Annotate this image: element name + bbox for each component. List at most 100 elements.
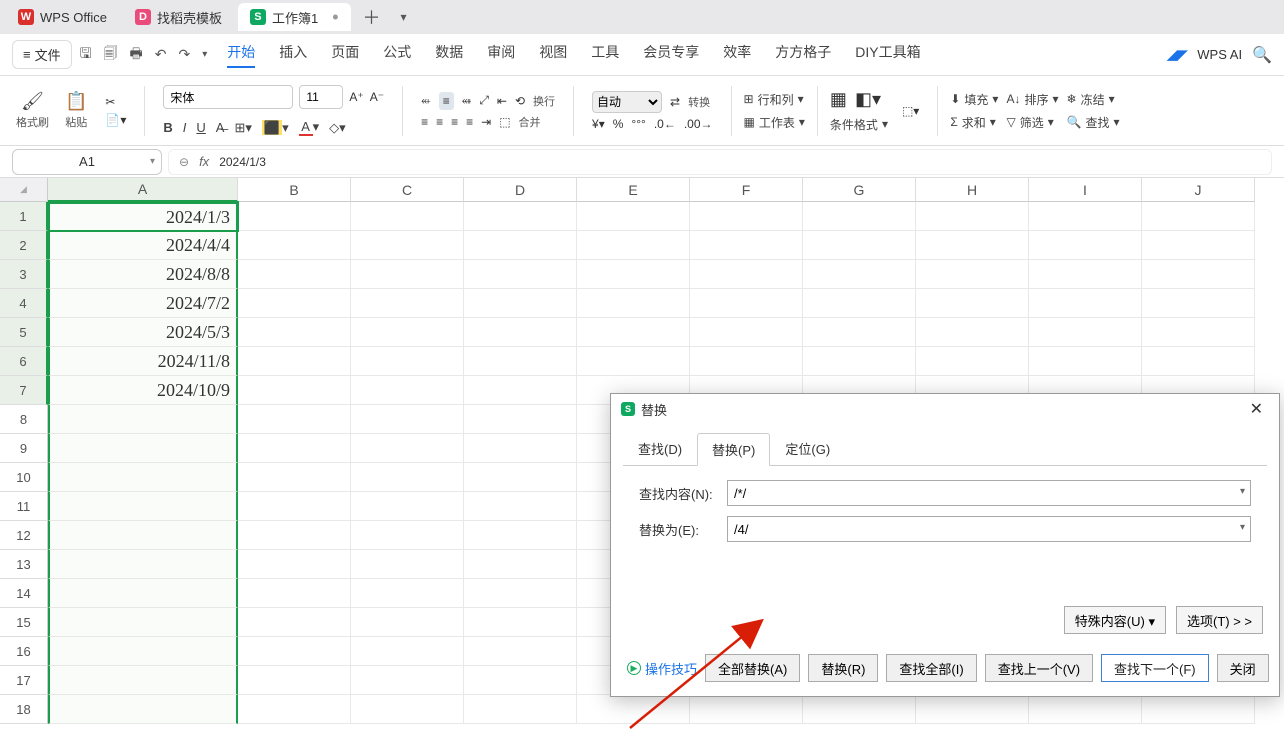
column-header[interactable]: G (803, 178, 916, 202)
cell[interactable] (351, 231, 464, 260)
replace-button[interactable]: 替换(R) (808, 654, 878, 682)
align-justify-icon[interactable]: ≡ (466, 115, 473, 129)
file-menu-button[interactable]: ≡ 文件 (12, 40, 72, 69)
cell[interactable] (577, 289, 690, 318)
cell[interactable] (1029, 231, 1142, 260)
cell[interactable]: 2024/5/3 (48, 318, 238, 347)
cell-reference-box[interactable]: A1 ▾ (12, 149, 162, 175)
paste-group[interactable]: 📋 粘贴 (61, 91, 91, 130)
tab-review[interactable]: 审阅 (487, 42, 515, 68)
cell[interactable] (690, 260, 803, 289)
cell[interactable] (1029, 289, 1142, 318)
comma-icon[interactable]: °°° (631, 117, 645, 131)
tab-insert[interactable]: 插入 (279, 42, 307, 68)
column-header[interactable]: C (351, 178, 464, 202)
cell[interactable] (464, 405, 577, 434)
cell[interactable]: 2024/8/8 (48, 260, 238, 289)
cut-icon[interactable]: ✂ (105, 95, 126, 109)
cell[interactable] (464, 463, 577, 492)
print-icon[interactable]: 🖶 (130, 43, 143, 67)
chevron-down-icon[interactable]: ▾ (1240, 486, 1245, 497)
column-header[interactable]: B (238, 178, 351, 202)
tab-efficiency[interactable]: 效率 (723, 42, 751, 68)
search-icon[interactable]: 🔍 (1252, 45, 1272, 65)
cell[interactable] (464, 666, 577, 695)
find-prev-button[interactable]: 查找上一个(V) (985, 654, 1093, 682)
cell[interactable] (351, 405, 464, 434)
cell[interactable] (577, 347, 690, 376)
cell[interactable] (1142, 695, 1255, 724)
cell[interactable] (238, 637, 351, 666)
cell[interactable] (690, 347, 803, 376)
cell[interactable] (690, 695, 803, 724)
cell[interactable] (238, 405, 351, 434)
cell[interactable] (351, 550, 464, 579)
cell[interactable] (464, 289, 577, 318)
row-header[interactable]: 18 (0, 695, 48, 724)
row-header[interactable]: 1 (0, 202, 48, 231)
cell[interactable] (1142, 260, 1255, 289)
clear-format-icon[interactable]: ◇▾ (329, 120, 346, 136)
cell[interactable]: 2024/11/8 (48, 347, 238, 376)
cell[interactable] (690, 289, 803, 318)
cancel-icon[interactable]: ⊖ (179, 155, 189, 169)
qa-dropdown-icon[interactable]: ▾ (202, 49, 207, 60)
row-header[interactable]: 5 (0, 318, 48, 347)
freeze-button[interactable]: ❄冻结▾ (1067, 91, 1120, 108)
cell[interactable]: 2024/1/3 (48, 202, 238, 231)
undo-icon[interactable]: ↶ (155, 46, 167, 63)
cell[interactable] (577, 695, 690, 724)
cond-format-button[interactable]: 条件格式▾ (830, 116, 888, 133)
merge-label[interactable]: 合并 (519, 114, 541, 130)
cell[interactable] (464, 260, 577, 289)
cell[interactable] (351, 434, 464, 463)
row-header[interactable]: 10 (0, 463, 48, 492)
cell[interactable] (238, 202, 351, 231)
cell[interactable] (1142, 289, 1255, 318)
select-icon[interactable]: ⬚▾ (902, 104, 919, 118)
cell[interactable] (238, 695, 351, 724)
cell[interactable] (351, 347, 464, 376)
find-button[interactable]: 🔍查找▾ (1067, 114, 1120, 131)
cell[interactable] (916, 289, 1029, 318)
cell[interactable] (351, 637, 464, 666)
cell[interactable] (351, 608, 464, 637)
cell[interactable] (351, 579, 464, 608)
cell[interactable] (351, 318, 464, 347)
cell[interactable] (464, 550, 577, 579)
column-header[interactable]: D (464, 178, 577, 202)
cell[interactable] (48, 579, 238, 608)
indent-increase-icon[interactable]: ⇥ (481, 115, 491, 129)
cell[interactable] (1142, 318, 1255, 347)
row-header[interactable]: 14 (0, 579, 48, 608)
fx-icon[interactable]: fx (199, 154, 209, 169)
options-button[interactable]: 选项(T) > > (1176, 606, 1263, 634)
cell[interactable] (577, 318, 690, 347)
cell[interactable] (351, 260, 464, 289)
cell[interactable] (916, 231, 1029, 260)
row-header[interactable]: 7 (0, 376, 48, 405)
cell[interactable] (238, 550, 351, 579)
tab-fanggezi[interactable]: 方方格子 (775, 42, 831, 68)
cell[interactable] (1142, 347, 1255, 376)
wrap-text-icon[interactable]: ⟲ (515, 94, 525, 108)
tab-find[interactable]: 查找(D) (623, 432, 697, 465)
row-header[interactable]: 15 (0, 608, 48, 637)
decrease-decimal-icon[interactable]: .0← (654, 117, 676, 131)
cell[interactable] (1029, 202, 1142, 231)
cell[interactable] (916, 347, 1029, 376)
column-header[interactable]: F (690, 178, 803, 202)
cell[interactable] (238, 347, 351, 376)
align-right-icon[interactable]: ≡ (451, 115, 458, 129)
cell[interactable] (803, 289, 916, 318)
cell[interactable] (1029, 695, 1142, 724)
cell[interactable] (48, 434, 238, 463)
cell[interactable] (351, 695, 464, 724)
fill-button[interactable]: ⬇填充▾ (950, 91, 998, 108)
cell[interactable] (1029, 318, 1142, 347)
tab-home[interactable]: 开始 (227, 42, 255, 68)
cell[interactable] (48, 637, 238, 666)
cell[interactable] (48, 405, 238, 434)
cell[interactable] (464, 608, 577, 637)
tab-diy[interactable]: DIY工具箱 (855, 42, 920, 68)
